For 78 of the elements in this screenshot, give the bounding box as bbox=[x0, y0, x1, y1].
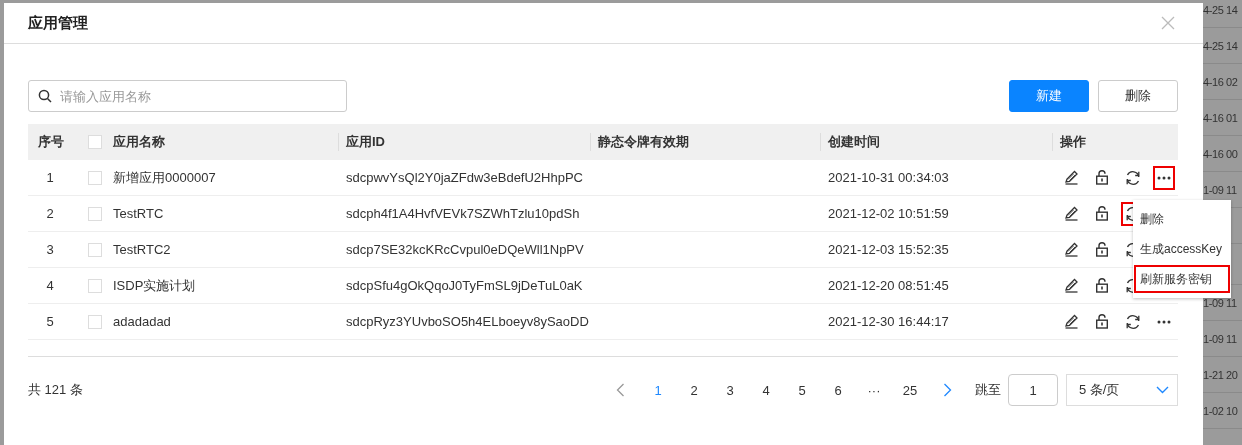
pencil-icon[interactable] bbox=[1064, 170, 1079, 185]
more-icon[interactable] bbox=[1157, 319, 1171, 324]
column-header: 静态令牌有效期 bbox=[598, 133, 689, 151]
lock-icon[interactable] bbox=[1095, 314, 1109, 329]
row-checkbox[interactable] bbox=[88, 170, 102, 185]
background-cell: 1-09 11 bbox=[1203, 332, 1237, 345]
table-cell: 1 bbox=[46, 170, 54, 185]
column-header: 创建时间 bbox=[828, 133, 880, 151]
menu-item[interactable]: 生成accessKey bbox=[1134, 235, 1230, 263]
lock-icon[interactable] bbox=[1095, 170, 1109, 185]
table-cell: sdcpRyz3YUvboSO5h4ELboeyv8ySaoDD bbox=[346, 314, 589, 329]
column-header: 操作 bbox=[1060, 133, 1086, 151]
page-size-select[interactable]: 5 条/页 bbox=[1066, 374, 1178, 406]
page-link[interactable]: 2 bbox=[676, 382, 712, 398]
total-count: 共 121 条 bbox=[28, 381, 83, 399]
background-cell: 1-02 10 bbox=[1203, 404, 1238, 417]
row-checkbox[interactable] bbox=[88, 278, 102, 293]
pencil-icon[interactable] bbox=[1064, 278, 1079, 293]
column-header: 应用名称 bbox=[113, 133, 165, 151]
page-link[interactable]: ··· bbox=[856, 382, 892, 398]
menu-item[interactable]: 刷新服务密钥 bbox=[1134, 265, 1230, 293]
column-header: 序号 bbox=[38, 133, 64, 151]
table-cell: 2021-12-30 16:44:17 bbox=[828, 314, 949, 329]
table-cell: 2021-12-03 15:52:35 bbox=[828, 242, 949, 257]
background-cell: 1-21 20 bbox=[1203, 368, 1238, 381]
table-cell: 2021-12-20 08:51:45 bbox=[828, 278, 949, 293]
table-cell: 5 bbox=[46, 314, 54, 329]
table-cell: sdcpwvYsQl2Y0jaZFdw3eBdefU2HhpPC bbox=[346, 170, 583, 185]
column-header: 应用ID bbox=[346, 133, 385, 151]
row-checkbox[interactable] bbox=[88, 206, 102, 221]
page-number-field[interactable]: 1 bbox=[1008, 374, 1058, 406]
page-link[interactable]: 4 bbox=[748, 382, 784, 398]
menu-item[interactable]: 删除 bbox=[1134, 205, 1230, 233]
table-cell: 新增应用0000007 bbox=[113, 168, 216, 187]
table-cell: TestRTC2 bbox=[113, 242, 171, 257]
page-link[interactable]: 25 bbox=[892, 382, 928, 398]
background-cell: 1-09 11 bbox=[1203, 296, 1237, 309]
page-link[interactable]: 3 bbox=[712, 382, 748, 398]
background-cell: 4-25 14 bbox=[1203, 39, 1238, 52]
pencil-icon[interactable] bbox=[1064, 314, 1079, 329]
jump-label: 跳至 bbox=[975, 381, 1001, 399]
row-checkbox[interactable] bbox=[88, 314, 102, 329]
lock-icon[interactable] bbox=[1095, 278, 1109, 293]
table-cell: sdcpSfu4gOkQqoJ0TyFmSL9jDeTuL0aK bbox=[346, 278, 583, 293]
table-cell: 2021-12-02 10:51:59 bbox=[828, 206, 949, 221]
dialog-title: 应用管理 bbox=[28, 13, 88, 33]
lock-icon[interactable] bbox=[1095, 206, 1109, 221]
refresh-icon[interactable] bbox=[1125, 169, 1141, 186]
lock-icon[interactable] bbox=[1095, 242, 1109, 257]
background-cell: 4-16 00 bbox=[1203, 147, 1238, 160]
row-checkbox[interactable] bbox=[88, 242, 102, 257]
background-cell: 1-09 11 bbox=[1203, 183, 1237, 196]
pencil-icon[interactable] bbox=[1064, 206, 1079, 221]
table-cell: sdcph4f1A4HvfVEVk7SZWhTzlu10pdSh bbox=[346, 206, 580, 221]
table-cell: ISDP实施计划 bbox=[113, 276, 196, 295]
page-link[interactable]: 1 bbox=[640, 382, 676, 398]
table-cell: adadadad bbox=[113, 314, 171, 329]
table-cell: 3 bbox=[46, 242, 54, 257]
delete-button[interactable]: 删除 bbox=[1098, 80, 1178, 112]
search-icon bbox=[38, 89, 52, 103]
pencil-icon[interactable] bbox=[1064, 242, 1079, 257]
page-link[interactable]: 6 bbox=[820, 382, 856, 398]
table-cell: 4 bbox=[46, 278, 54, 293]
table-cell: 2021-10-31 00:34:03 bbox=[828, 170, 949, 185]
page-link[interactable]: 5 bbox=[784, 382, 820, 398]
more-icon[interactable] bbox=[1157, 175, 1171, 180]
next-page-icon[interactable] bbox=[943, 383, 952, 397]
background-cell: 4-16 01 bbox=[1203, 111, 1238, 124]
table-cell: TestRTC bbox=[113, 206, 164, 221]
new-button[interactable]: 新建 bbox=[1009, 80, 1089, 112]
table-cell: sdcp7SE32kcKRcCvpul0eDQeWll1NpPV bbox=[346, 242, 584, 257]
background-cell: 4-25 14 bbox=[1203, 3, 1238, 16]
chevron-down-icon bbox=[1156, 386, 1169, 394]
background-cell: 4-16 02 bbox=[1203, 75, 1238, 88]
table-cell: 2 bbox=[46, 206, 54, 221]
header-checkbox[interactable] bbox=[88, 135, 102, 149]
search-field[interactable]: 请输入应用名称 bbox=[28, 80, 347, 112]
refresh-icon[interactable] bbox=[1125, 313, 1141, 330]
